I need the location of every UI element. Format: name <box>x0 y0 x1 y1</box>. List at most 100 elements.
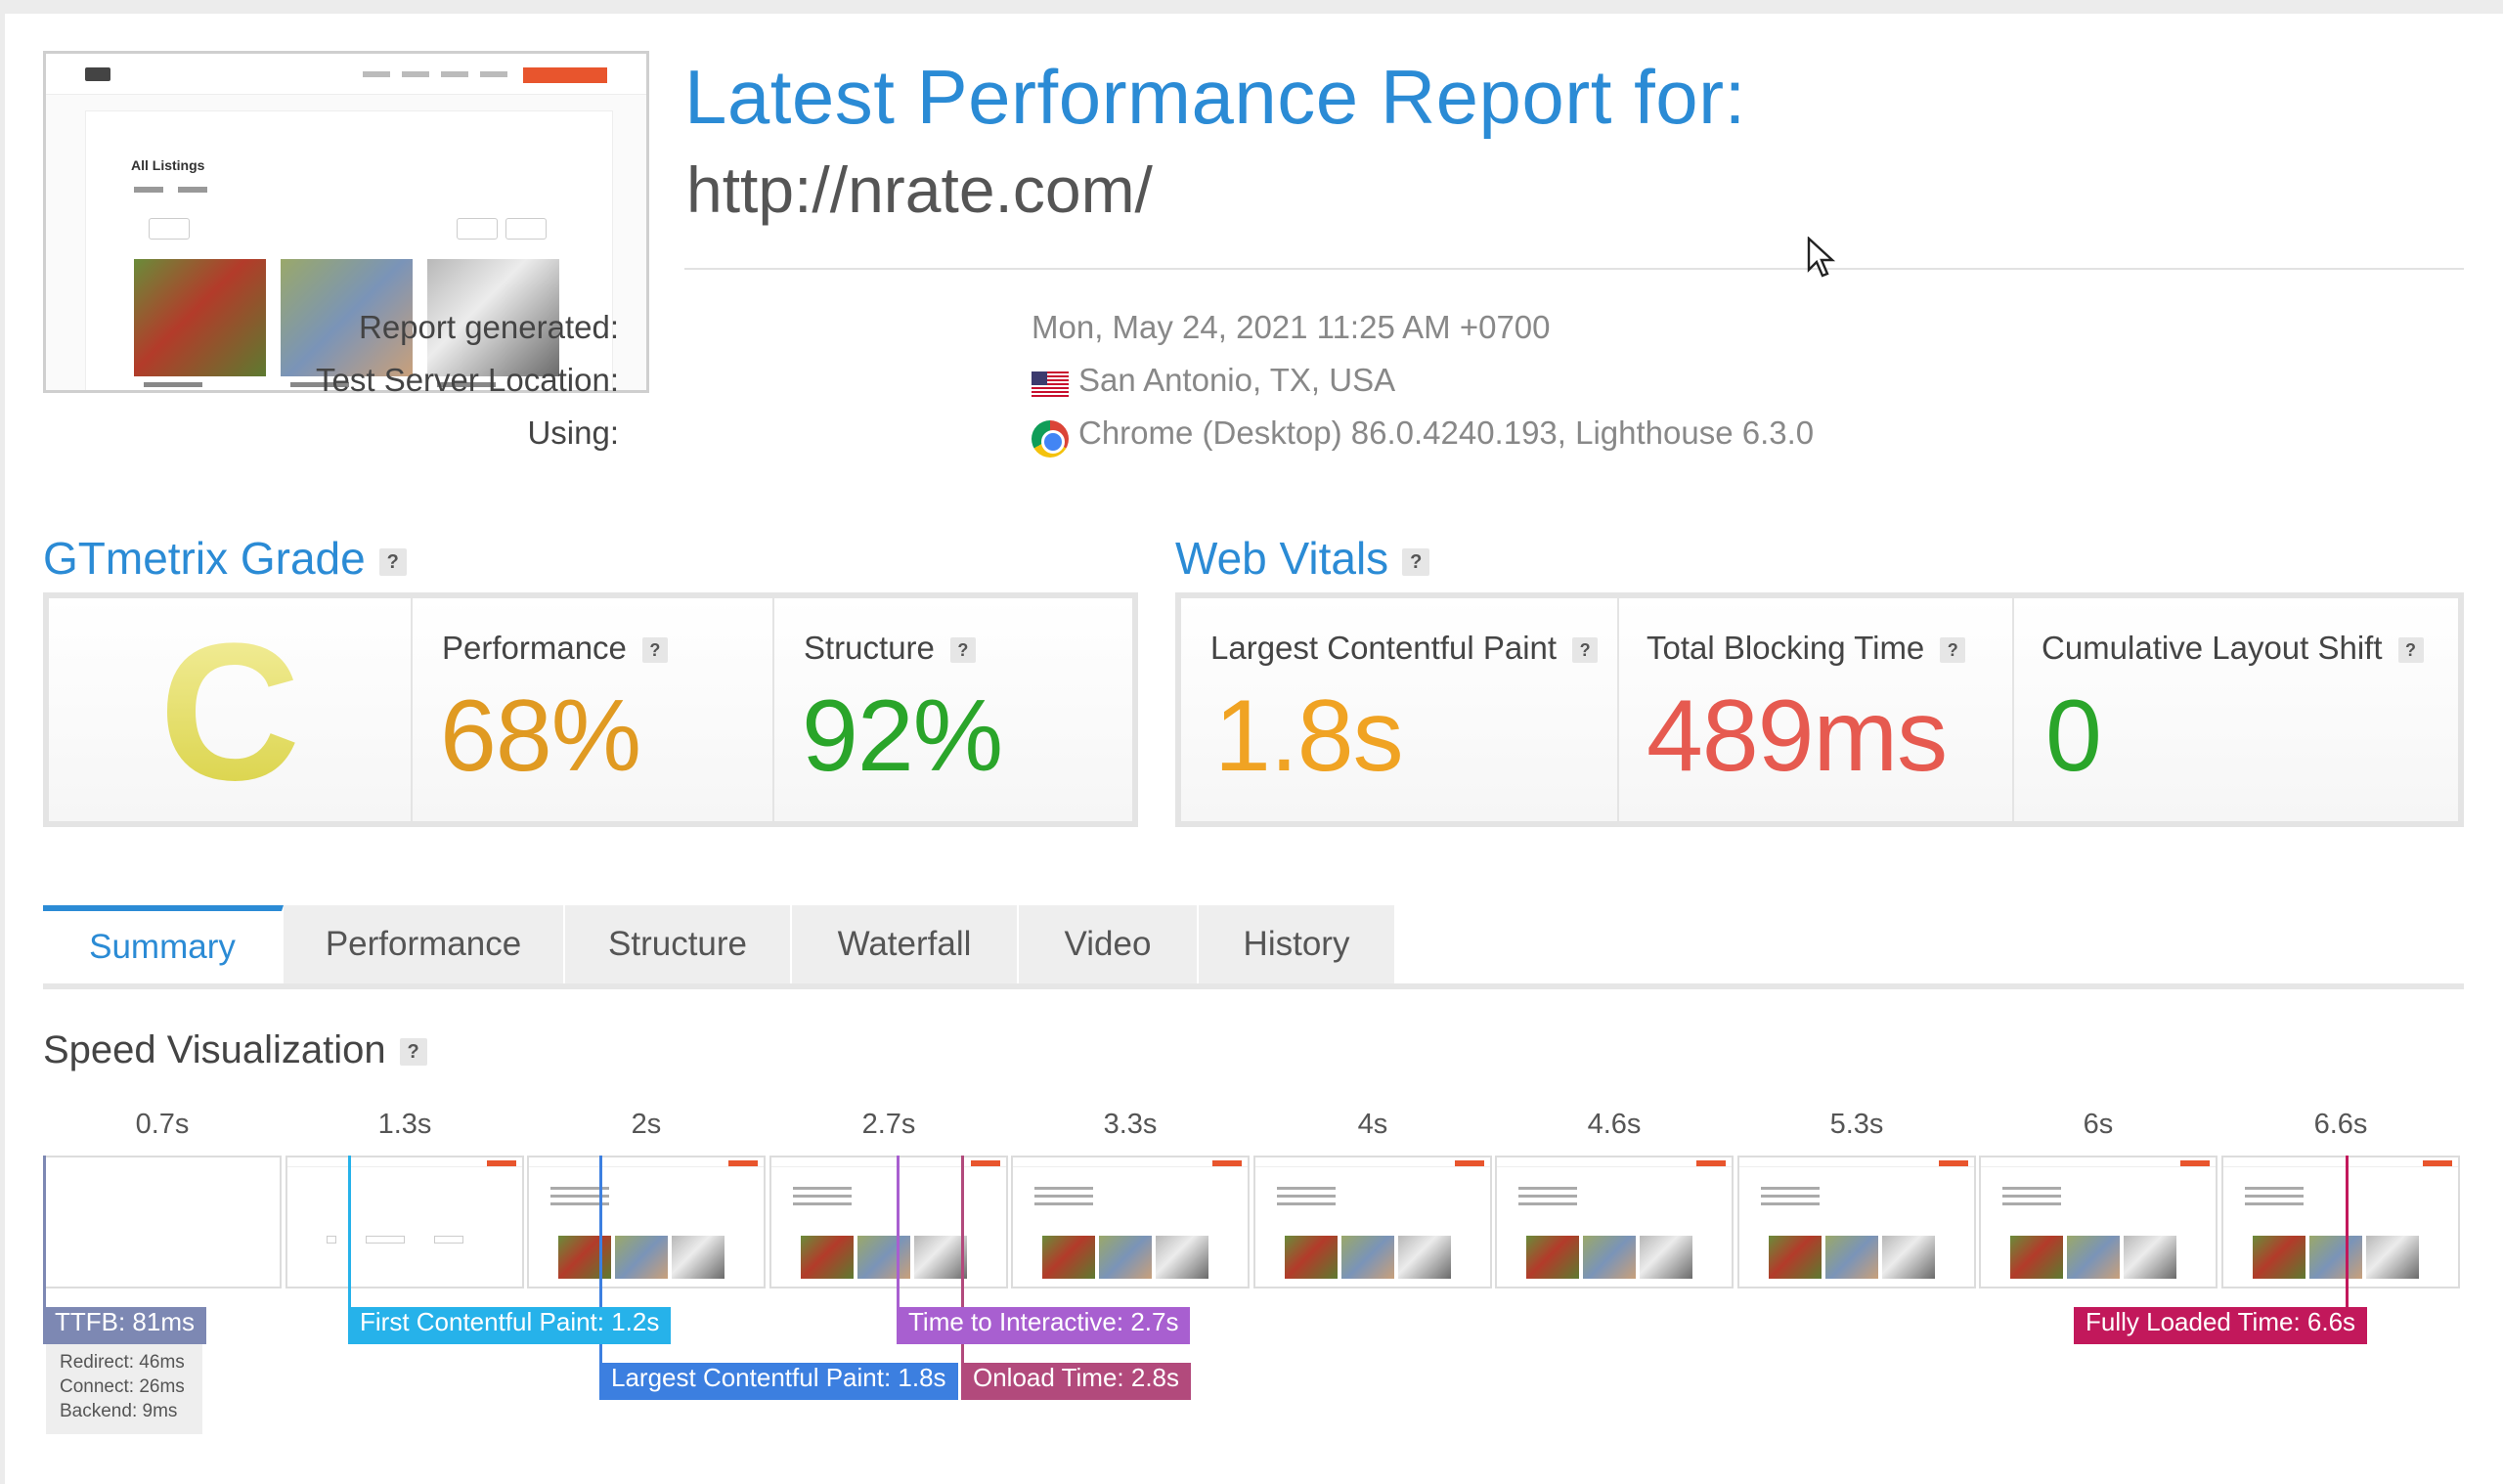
frame-text-lines <box>2245 1187 2304 1208</box>
frame-cta <box>728 1160 758 1166</box>
filmstrip-frame[interactable] <box>1495 1156 1734 1288</box>
structure-label-row: Structure? <box>804 630 976 667</box>
frame-image <box>1398 1236 1451 1279</box>
structure-label: Structure <box>804 630 935 666</box>
frame-time-label: 1.3s <box>377 1109 432 1140</box>
filmstrip-frame[interactable] <box>43 1156 282 1288</box>
performance-label-row: Performance? <box>442 630 668 667</box>
help-icon[interactable]: ? <box>641 637 668 664</box>
frame-image <box>615 1236 668 1279</box>
tbt-label: Total Blocking Time <box>1647 630 1925 666</box>
meta-label: Using: <box>527 415 619 451</box>
meta-label: Report generated: <box>358 309 619 345</box>
frame-block <box>327 1236 336 1244</box>
thumbnail-filter <box>149 218 190 240</box>
tab-history[interactable]: History <box>1199 905 1396 983</box>
filmstrip-frame[interactable] <box>527 1156 766 1288</box>
frame-image <box>1882 1236 1935 1279</box>
tab-waterfall[interactable]: Waterfall <box>792 905 1019 983</box>
ttfb-redirect: Redirect: 46ms <box>60 1352 185 1373</box>
ttfb-backend: Backend: 9ms <box>60 1401 178 1421</box>
cls-label: Cumulative Layout Shift <box>2042 630 2383 666</box>
performance-label: Performance <box>442 630 627 666</box>
frame-text-lines <box>1277 1187 1336 1208</box>
frame-cta <box>2423 1160 2452 1166</box>
tti-marker-label: Time to Interactive: 2.7s <box>897 1307 1191 1344</box>
help-icon[interactable]: ? <box>378 547 407 576</box>
report-title: Latest Performance Report for: <box>684 54 1746 140</box>
frame-time-label: 4s <box>1357 1109 1388 1140</box>
tab-structure[interactable]: Structure <box>565 905 792 983</box>
filmstrip-frame[interactable] <box>1253 1156 1492 1288</box>
lcp-value: 1.8s <box>1214 679 1404 793</box>
filmstrip-frame[interactable] <box>285 1156 524 1288</box>
fcp-marker-line <box>348 1156 351 1307</box>
structure-score: 92% <box>802 679 1003 793</box>
meta-value: San Antonio, TX, USA <box>1078 362 1396 398</box>
help-icon[interactable]: ? <box>1402 547 1430 576</box>
cls-label-row: Cumulative Layout Shift? <box>2042 630 2424 667</box>
frame-image <box>1583 1236 1636 1279</box>
frame-image <box>2366 1236 2419 1279</box>
frame-image <box>1099 1236 1152 1279</box>
grade-letter: C <box>49 600 411 825</box>
thumbnail-caption <box>144 382 202 387</box>
frame-image <box>1825 1236 1878 1279</box>
grade-cell: C <box>49 598 413 821</box>
frame-image <box>857 1236 910 1279</box>
thumbnail-cta-button <box>523 67 607 83</box>
tbt-cell: Total Blocking Time? 489ms <box>1619 598 2014 821</box>
frame-text-lines <box>1034 1187 1093 1208</box>
fully-loaded-marker-label: Fully Loaded Time: 6.6s <box>2074 1307 2368 1344</box>
help-icon[interactable]: ? <box>949 637 976 664</box>
frame-image <box>1526 1236 1579 1279</box>
lcp-cell: Largest Contentful Paint? 1.8s <box>1181 598 1619 821</box>
mouse-cursor-icon <box>1807 237 1836 278</box>
frame-image <box>672 1236 725 1279</box>
help-icon[interactable]: ? <box>1940 637 1966 664</box>
tabbar-divider <box>43 983 2464 989</box>
frame-cta <box>1455 1160 1484 1166</box>
frame-time-label: 4.6s <box>1587 1109 1642 1140</box>
frame-cta <box>1212 1160 1242 1166</box>
tab-performance[interactable]: Performance <box>284 905 565 983</box>
tbt-label-row: Total Blocking Time? <box>1647 630 1966 667</box>
thumbnail-filter <box>457 218 498 240</box>
frame-cta <box>1696 1160 1726 1166</box>
tab-summary[interactable]: Summary <box>43 905 284 983</box>
frame-time-label: 0.7s <box>135 1109 190 1140</box>
help-icon[interactable]: ? <box>399 1038 427 1067</box>
filmstrip-frame[interactable] <box>2221 1156 2460 1288</box>
filmstrip-frame[interactable] <box>769 1156 1008 1288</box>
thumbnail-logo <box>85 67 110 81</box>
report-url[interactable]: http://nrate.com/ <box>686 153 1153 227</box>
ttfb-detail: Redirect: 46ms Connect: 26ms Backend: 9m… <box>46 1344 202 1434</box>
performance-cell: Performance? 68% <box>413 598 774 821</box>
tab-video[interactable]: Video <box>1019 905 1199 983</box>
ttfb-marker-line <box>43 1156 46 1307</box>
frame-text-lines <box>793 1187 852 1208</box>
frame-cta <box>971 1160 1000 1166</box>
frame-image <box>2309 1236 2362 1279</box>
web-vitals-heading: Web Vitals? <box>1175 532 1430 585</box>
meta-report-generated: Report generated: Mon, May 24, 2021 11:2… <box>359 309 1960 354</box>
help-icon[interactable]: ? <box>1572 637 1599 664</box>
filmstrip-frame[interactable] <box>1737 1156 1976 1288</box>
lcp-label-row: Largest Contentful Paint? <box>1210 630 1599 667</box>
frame-time-label: 5.3s <box>1829 1109 1884 1140</box>
tbt-value: 489ms <box>1647 679 1948 793</box>
frame-text-lines <box>1761 1187 1820 1208</box>
thumbnail-title: All Listings <box>131 157 205 173</box>
performance-score: 68% <box>440 679 641 793</box>
filmstrip-frame[interactable] <box>1979 1156 2218 1288</box>
lcp-label: Largest Contentful Paint <box>1210 630 1558 666</box>
speed-visualization-title: Speed Visualization <box>43 1028 386 1071</box>
frame-image <box>1341 1236 1394 1279</box>
frame-image <box>2010 1236 2063 1279</box>
help-icon[interactable]: ? <box>2397 637 2424 664</box>
ttfb-connect: Connect: 26ms <box>60 1376 185 1397</box>
filmstrip-frame[interactable] <box>1011 1156 1250 1288</box>
page: All Listings Latest Performance Report f… <box>5 14 2503 1484</box>
thumbnail-listing-image <box>134 259 266 376</box>
us-flag-icon <box>1032 371 1069 397</box>
